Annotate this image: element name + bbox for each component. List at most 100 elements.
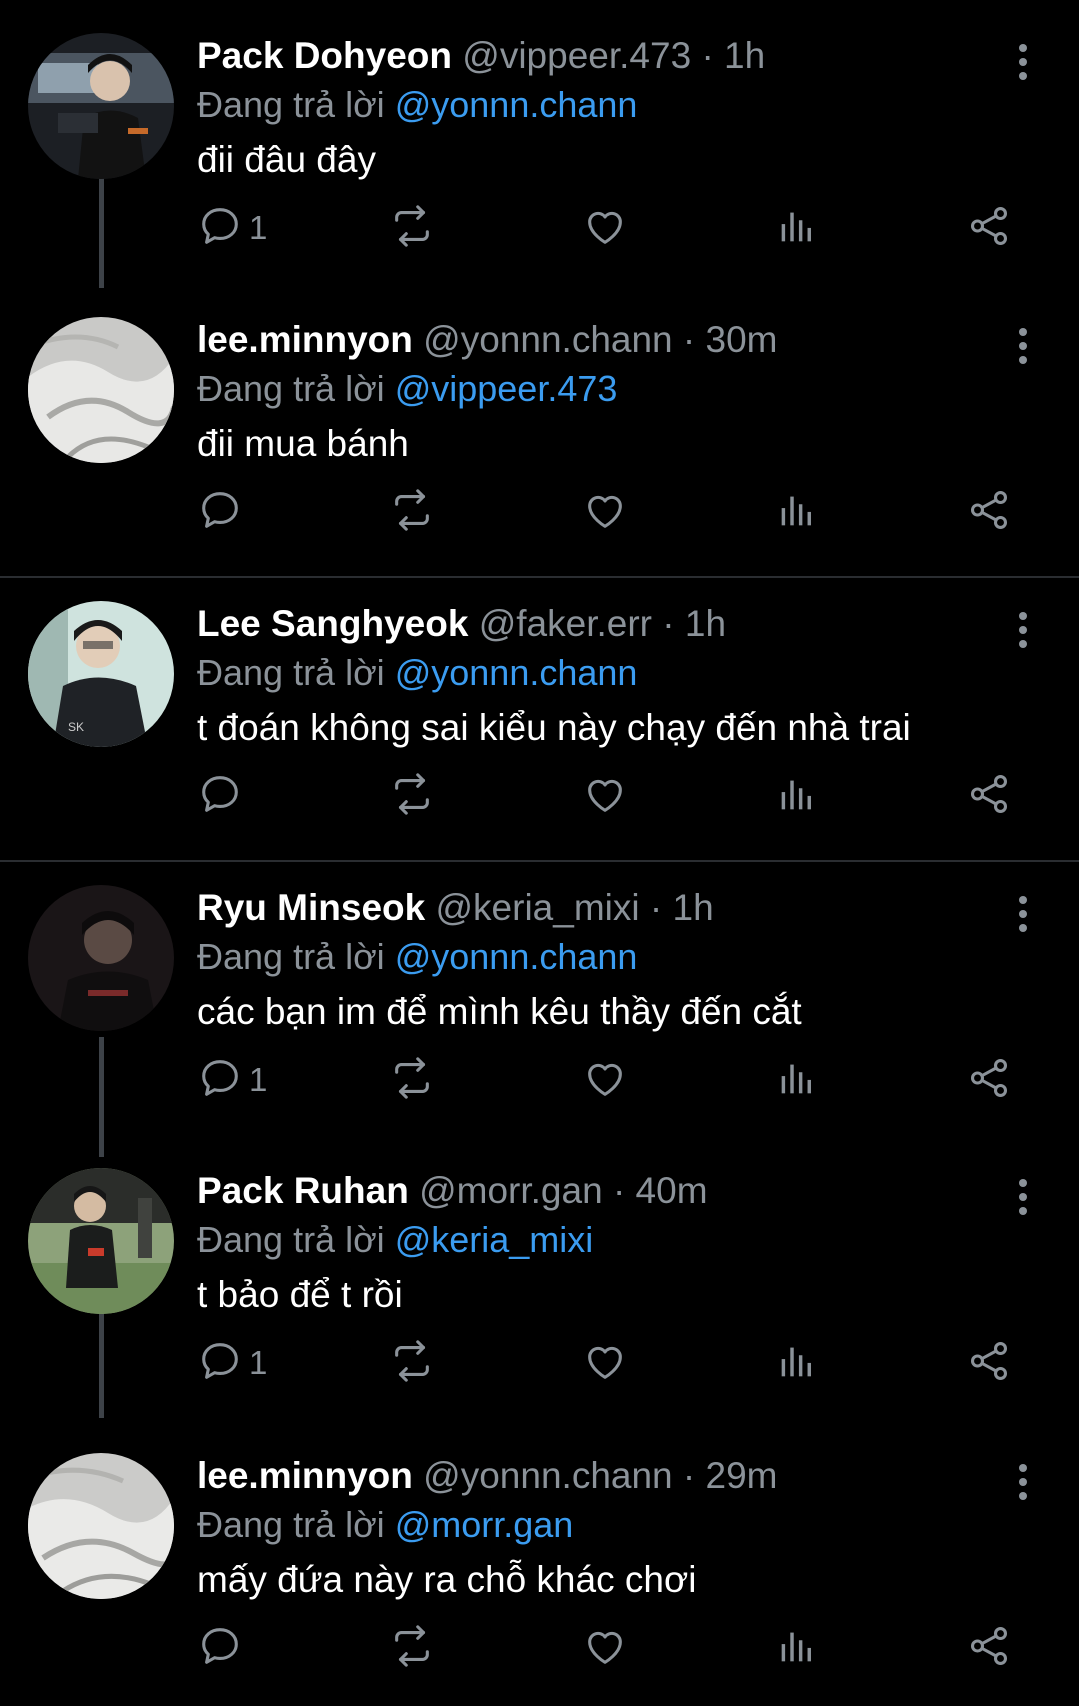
author-handle[interactable]: @yonnn.chann bbox=[423, 1455, 672, 1496]
replying-to: Đang trả lời @yonnn.chann bbox=[197, 934, 1079, 980]
tweet-content: Pack Dohyeon @vippeer.473 · 1h Đang trả l… bbox=[197, 30, 1079, 192]
share-button[interactable] bbox=[966, 1333, 1012, 1393]
more-vertical-icon[interactable] bbox=[1017, 1464, 1029, 1504]
reply-icon bbox=[197, 487, 243, 538]
views-button[interactable] bbox=[774, 766, 820, 826]
retweet-button[interactable] bbox=[389, 1050, 435, 1110]
more-vertical-icon[interactable] bbox=[1017, 896, 1029, 936]
reply-button[interactable] bbox=[197, 766, 249, 826]
author-name[interactable]: Pack Ruhan bbox=[197, 1170, 409, 1211]
avatar[interactable] bbox=[28, 317, 174, 463]
views-button[interactable] bbox=[774, 482, 820, 542]
retweet-icon bbox=[389, 1338, 435, 1389]
retweet-icon bbox=[389, 771, 435, 822]
tweet-text: các bạn im để mình kêu thầy đến cắt bbox=[197, 991, 802, 1032]
mention-link[interactable]: @keria_mixi bbox=[395, 1219, 594, 1260]
tweet-actions bbox=[0, 1618, 1079, 1678]
retweet-icon bbox=[389, 203, 435, 254]
like-button[interactable] bbox=[582, 482, 628, 542]
separator-dot: · bbox=[649, 887, 663, 928]
heart-icon bbox=[582, 1055, 628, 1106]
reply-button[interactable] bbox=[197, 1618, 249, 1678]
avatar[interactable]: SK bbox=[28, 601, 174, 747]
retweet-icon bbox=[389, 1055, 435, 1106]
retweet-button[interactable] bbox=[389, 1618, 435, 1678]
views-icon bbox=[774, 1623, 820, 1674]
like-button[interactable] bbox=[582, 766, 628, 826]
author-handle[interactable]: @morr.gan bbox=[419, 1170, 603, 1211]
more-vertical-icon[interactable] bbox=[1017, 328, 1029, 368]
share-button[interactable] bbox=[966, 198, 1012, 258]
tweet-text: đii mua bánh bbox=[197, 423, 409, 464]
author-handle[interactable]: @keria_mixi bbox=[436, 887, 640, 928]
mention-link[interactable]: @vippeer.473 bbox=[395, 368, 618, 409]
author-handle[interactable]: @yonnn.chann bbox=[423, 319, 672, 360]
retweet-button[interactable] bbox=[389, 766, 435, 826]
like-button[interactable] bbox=[582, 1050, 628, 1110]
reply-icon bbox=[197, 1055, 243, 1106]
retweet-button[interactable] bbox=[389, 198, 435, 258]
svg-text:SK: SK bbox=[68, 720, 84, 734]
tweet-actions bbox=[0, 482, 1079, 542]
mention-link[interactable]: @morr.gan bbox=[395, 1504, 574, 1545]
views-button[interactable] bbox=[774, 1618, 820, 1678]
heart-icon bbox=[582, 771, 628, 822]
mention-link[interactable]: @yonnn.chann bbox=[395, 84, 638, 125]
separator-dot: · bbox=[662, 603, 675, 644]
more-vertical-icon[interactable] bbox=[1017, 1179, 1029, 1219]
timestamp: 30m bbox=[705, 319, 778, 360]
tweet-header: Ryu Minseok @keria_mixi · 1h bbox=[197, 882, 1079, 934]
tweet-actions bbox=[0, 766, 1079, 826]
retweet-icon bbox=[389, 487, 435, 538]
share-icon bbox=[966, 1055, 1012, 1106]
share-button[interactable] bbox=[966, 1618, 1012, 1678]
more-vertical-icon[interactable] bbox=[1017, 612, 1029, 652]
avatar[interactable] bbox=[28, 1168, 174, 1314]
tweet-header: Pack Dohyeon @vippeer.473 · 1h bbox=[197, 30, 1079, 82]
heart-icon bbox=[582, 487, 628, 538]
author-name[interactable]: Ryu Minseok bbox=[197, 887, 425, 928]
mention-link[interactable]: @yonnn.chann bbox=[395, 652, 638, 693]
share-button[interactable] bbox=[966, 482, 1012, 542]
reply-button[interactable] bbox=[197, 482, 249, 542]
views-button[interactable] bbox=[774, 1333, 820, 1393]
tweet-header: lee.minnyon @yonnn.chann · 30m bbox=[197, 314, 1079, 366]
tweet-actions: 1 bbox=[0, 1050, 1079, 1110]
tweet-text: t đoán không sai kiểu này chạy đến nhà t… bbox=[197, 707, 911, 748]
more-vertical-icon[interactable] bbox=[1017, 44, 1029, 84]
like-button[interactable] bbox=[582, 1618, 628, 1678]
timestamp: 40m bbox=[635, 1170, 708, 1211]
reply-count: 1 bbox=[249, 1061, 268, 1098]
retweet-button[interactable] bbox=[389, 482, 435, 542]
reply-button[interactable]: 1 bbox=[197, 198, 267, 258]
retweet-button[interactable] bbox=[389, 1333, 435, 1393]
reply-button[interactable]: 1 bbox=[197, 1050, 267, 1110]
views-button[interactable] bbox=[774, 1050, 820, 1110]
tweet-header: Lee Sanghyeok @faker.err · 1h bbox=[197, 598, 1079, 650]
avatar[interactable] bbox=[28, 33, 174, 179]
tweet-content: Ryu Minseok @keria_mixi · 1h Đang trả lời… bbox=[197, 882, 1079, 1044]
author-name[interactable]: Lee Sanghyeok bbox=[197, 603, 468, 644]
reply-icon bbox=[197, 1338, 243, 1389]
author-handle[interactable]: @vippeer.473 bbox=[462, 35, 691, 76]
views-button[interactable] bbox=[774, 198, 820, 258]
replying-to: Đang trả lời @morr.gan bbox=[197, 1502, 1079, 1548]
tweet-content: lee.minnyon @yonnn.chann · 29m Đang trả l… bbox=[197, 1450, 1079, 1612]
author-name[interactable]: Pack Dohyeon bbox=[197, 35, 452, 76]
share-icon bbox=[966, 1623, 1012, 1674]
like-button[interactable] bbox=[582, 1333, 628, 1393]
author-name[interactable]: lee.minnyon bbox=[197, 1455, 413, 1496]
share-button[interactable] bbox=[966, 766, 1012, 826]
mention-link[interactable]: @yonnn.chann bbox=[395, 936, 638, 977]
like-button[interactable] bbox=[582, 198, 628, 258]
author-name[interactable]: lee.minnyon bbox=[197, 319, 413, 360]
separator-dot: · bbox=[682, 319, 696, 360]
avatar[interactable] bbox=[28, 1453, 174, 1599]
tweet-content: Lee Sanghyeok @faker.err · 1h Đang trả lờ… bbox=[197, 598, 1079, 760]
replying-to: Đang trả lời @yonnn.chann bbox=[197, 82, 1079, 128]
avatar[interactable] bbox=[28, 885, 174, 1031]
author-handle[interactable]: @faker.err bbox=[479, 603, 652, 644]
reply-button[interactable]: 1 bbox=[197, 1333, 267, 1393]
share-button[interactable] bbox=[966, 1050, 1012, 1110]
heart-icon bbox=[582, 1338, 628, 1389]
